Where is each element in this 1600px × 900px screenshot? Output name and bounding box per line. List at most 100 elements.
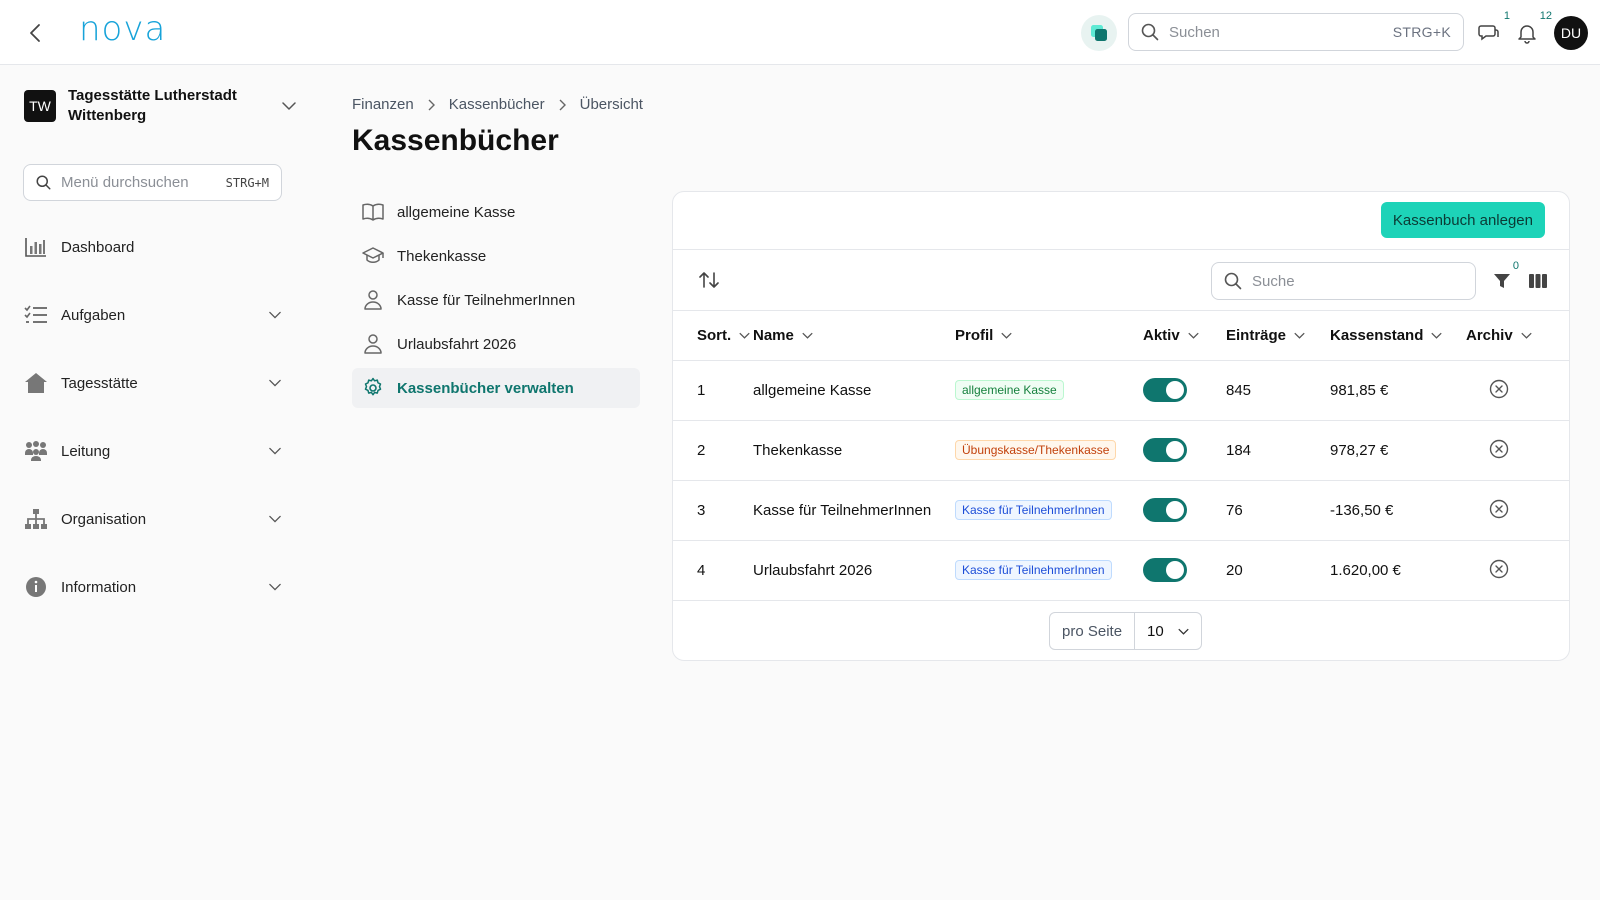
- cashbook-table-card: Kassenbuch anlegen 0 Sort. Name Profil A…: [672, 191, 1570, 661]
- column-header-archiv[interactable]: Archiv: [1466, 327, 1532, 344]
- user-avatar[interactable]: DU: [1554, 16, 1588, 50]
- sidebar-item-leitung[interactable]: Leitung: [23, 433, 281, 469]
- sidebar-item-label: Organisation: [61, 510, 147, 528]
- sidebar-item-information[interactable]: Information: [23, 569, 281, 605]
- column-header-name[interactable]: Name: [753, 327, 813, 344]
- cashbook-table: Sort. Name Profil Aktiv Einträge Kassens…: [673, 311, 1569, 601]
- chevron-down-icon: [1178, 628, 1189, 635]
- sort-toggle-button[interactable]: [697, 268, 721, 292]
- search-icon: [36, 175, 51, 190]
- info-icon: [23, 574, 49, 600]
- column-header-eintraege[interactable]: Einträge: [1226, 327, 1305, 344]
- column-header-label: Archiv: [1466, 326, 1513, 344]
- active-toggle[interactable]: [1143, 558, 1187, 582]
- x-circle-icon: [1489, 499, 1509, 518]
- back-button[interactable]: [22, 20, 48, 46]
- column-header-label: Aktiv: [1143, 326, 1180, 344]
- archive-button[interactable]: [1488, 438, 1510, 460]
- breadcrumb-finanzen[interactable]: Finanzen: [352, 96, 414, 113]
- users-group-icon: [23, 438, 49, 464]
- cashbook-link-kasse-teilnehmer[interactable]: Kasse für TeilnehmerInnen: [352, 280, 640, 320]
- search-icon: [1224, 272, 1242, 290]
- column-header-profil[interactable]: Profil: [955, 327, 1013, 344]
- breadcrumb-uebersicht[interactable]: Übersicht: [580, 96, 643, 113]
- columns-button[interactable]: [1527, 270, 1549, 292]
- chevron-down-icon: [269, 447, 281, 455]
- cell-kassenstand: 1.620,00 €: [1330, 540, 1466, 601]
- chevron-down-icon: [269, 515, 281, 523]
- sidebar-item-dashboard[interactable]: Dashboard: [23, 229, 281, 265]
- chevron-right-icon: [428, 99, 435, 110]
- cell-eintraege: 845: [1226, 360, 1330, 421]
- create-cashbook-button[interactable]: Kassenbuch anlegen: [1380, 202, 1545, 238]
- table-toolbar: 0: [673, 250, 1569, 311]
- filter-icon: [1494, 274, 1510, 288]
- sidebar-item-label: Aufgaben: [61, 306, 126, 324]
- app-switcher-button[interactable]: [1081, 15, 1117, 51]
- chevron-down-icon: [1431, 332, 1443, 339]
- cell-eintraege: 184: [1226, 420, 1330, 481]
- chevron-down-icon: [269, 583, 281, 591]
- menu-search-input[interactable]: [61, 174, 226, 191]
- cell-name: allgemeine Kasse: [753, 360, 955, 421]
- sidebar-item-tagesstaette[interactable]: Tagesstätte: [23, 365, 281, 401]
- chevron-down-icon: [1001, 332, 1013, 339]
- card-header: Kassenbuch anlegen: [673, 192, 1569, 250]
- active-toggle[interactable]: [1143, 498, 1187, 522]
- book-icon: [362, 201, 384, 223]
- filter-button[interactable]: 0: [1491, 260, 1519, 292]
- active-toggle[interactable]: [1143, 378, 1187, 402]
- sidebar-item-organisation[interactable]: Organisation: [23, 501, 281, 537]
- menu-search-shortcut: STRG+M: [225, 175, 269, 190]
- per-page-value: 10: [1147, 622, 1164, 640]
- cashbook-link-allgemeine-kasse[interactable]: allgemeine Kasse: [352, 192, 640, 232]
- column-header-sort[interactable]: Sort.: [697, 327, 750, 344]
- cell-sort: 1: [673, 360, 753, 421]
- global-search[interactable]: STRG+K: [1128, 13, 1464, 51]
- table-row[interactable]: 4 Urlaubsfahrt 2026 Kasse für Teilnehmer…: [673, 540, 1569, 601]
- cell-sort: 4: [673, 540, 753, 601]
- table-row[interactable]: 1 allgemeine Kasse allgemeine Kasse 845 …: [673, 360, 1569, 421]
- app-logo[interactable]: nova: [79, 12, 166, 46]
- gear-icon: [362, 377, 384, 399]
- per-page-select[interactable]: 10: [1135, 613, 1201, 649]
- table-search-input[interactable]: [1252, 272, 1463, 290]
- cell-name: Urlaubsfahrt 2026: [753, 540, 955, 601]
- x-circle-icon: [1489, 379, 1509, 398]
- profile-tag: Kasse für TeilnehmerInnen: [955, 560, 1112, 580]
- organization-switcher[interactable]: TW Tagesstätte Lutherstadt Wittenberg: [24, 84, 296, 128]
- cashbook-link-urlaubsfahrt[interactable]: Urlaubsfahrt 2026: [352, 324, 640, 364]
- x-circle-icon: [1489, 559, 1509, 578]
- cell-kassenstand: -136,50 €: [1330, 480, 1466, 541]
- cashbook-link-label: allgemeine Kasse: [397, 203, 516, 221]
- cashbook-link-thekenkasse[interactable]: Thekenkasse: [352, 236, 640, 276]
- notifications-button[interactable]: 12: [1514, 10, 1552, 46]
- chat-icon: [1478, 25, 1499, 41]
- cashbook-link-verwalten[interactable]: Kassenbücher verwalten: [352, 368, 640, 408]
- messages-button[interactable]: 1: [1476, 10, 1510, 46]
- cashbook-link-label: Kassenbücher verwalten: [397, 379, 574, 397]
- breadcrumb: Finanzen Kassenbücher Übersicht: [352, 96, 643, 113]
- global-search-input[interactable]: [1169, 23, 1393, 41]
- x-circle-icon: [1489, 439, 1509, 458]
- pagination-per-page: pro Seite 10: [1049, 612, 1202, 650]
- column-header-kassenstand[interactable]: Kassenstand: [1330, 327, 1443, 344]
- column-header-aktiv[interactable]: Aktiv: [1143, 327, 1199, 344]
- cashbook-link-label: Kasse für TeilnehmerInnen: [397, 291, 576, 309]
- column-header-label: Name: [753, 326, 794, 344]
- chevron-down-icon: [269, 311, 281, 319]
- sort-arrows-icon: [699, 272, 719, 288]
- column-header-label: Sort.: [697, 326, 732, 344]
- bell-icon: [1518, 25, 1536, 44]
- profile-tag: Kasse für TeilnehmerInnen: [955, 500, 1112, 520]
- sidebar-item-aufgaben[interactable]: Aufgaben: [23, 297, 281, 333]
- breadcrumb-kassenbuecher[interactable]: Kassenbücher: [449, 96, 545, 113]
- archive-button[interactable]: [1488, 498, 1510, 520]
- menu-search[interactable]: STRG+M: [23, 164, 282, 201]
- archive-button[interactable]: [1488, 558, 1510, 580]
- table-row[interactable]: 3 Kasse für TeilnehmerInnen Kasse für Te…: [673, 480, 1569, 541]
- active-toggle[interactable]: [1143, 438, 1187, 462]
- table-search[interactable]: [1211, 262, 1476, 300]
- table-row[interactable]: 2 Thekenkasse Übungskasse/Thekenkasse 18…: [673, 420, 1569, 481]
- archive-button[interactable]: [1488, 378, 1510, 400]
